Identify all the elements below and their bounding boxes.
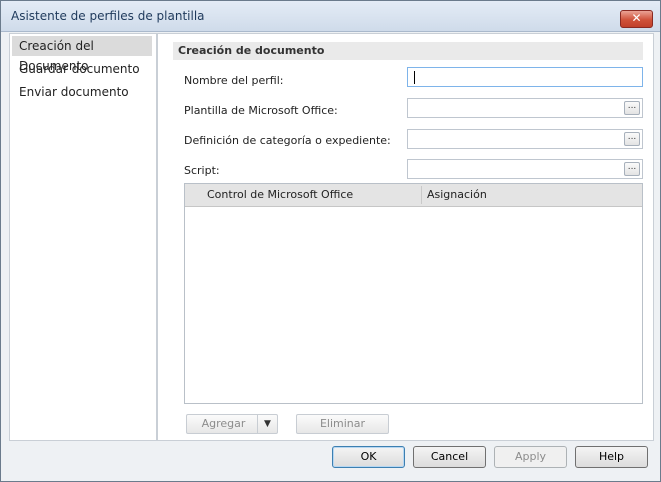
- table-header: Control de Microsoft Office Asignación: [185, 184, 642, 207]
- main-panel: Creación de documento Nombre del perfil:…: [157, 33, 654, 441]
- section-title: Creación de documento: [173, 42, 643, 60]
- close-icon: ✕: [631, 11, 642, 25]
- profile-name-input[interactable]: [407, 67, 643, 87]
- cancel-button[interactable]: Cancel: [413, 446, 486, 468]
- script-label: Script:: [184, 164, 220, 177]
- script-input[interactable]: ...: [407, 159, 643, 179]
- office-template-label: Plantilla de Microsoft Office:: [184, 104, 338, 117]
- add-button-label: Agregar: [201, 417, 246, 430]
- profile-name-label: Nombre del perfil:: [184, 74, 284, 87]
- remove-button[interactable]: Eliminar: [296, 414, 389, 434]
- apply-button[interactable]: Apply: [494, 446, 567, 468]
- wizard-dialog: Asistente de perfiles de plantilla ✕ Cre…: [0, 0, 661, 482]
- sidebar-item-guardar[interactable]: Guardar documento: [12, 59, 152, 79]
- window-title: Asistente de perfiles de plantilla: [11, 9, 205, 23]
- column-office-control[interactable]: Control de Microsoft Office: [207, 188, 353, 201]
- sidebar-item-enviar[interactable]: Enviar documento: [12, 82, 152, 102]
- office-template-input[interactable]: ...: [407, 98, 643, 118]
- category-definition-label: Definición de categoría o expediente:: [184, 134, 391, 147]
- title-bar[interactable]: Asistente de perfiles de plantilla ✕: [1, 1, 660, 32]
- close-button[interactable]: ✕: [620, 10, 653, 28]
- office-template-browse-button[interactable]: ...: [624, 101, 640, 115]
- category-definition-browse-button[interactable]: ...: [624, 132, 640, 146]
- script-browse-button[interactable]: ...: [624, 162, 640, 176]
- column-assignment[interactable]: Asignación: [427, 188, 487, 201]
- column-separator: [421, 186, 422, 204]
- sidebar-item-label: Guardar documento: [19, 62, 140, 76]
- sidebar-item-creacion[interactable]: Creación del Documento: [12, 36, 152, 73]
- help-button[interactable]: Help: [575, 446, 648, 468]
- add-button[interactable]: Agregar ▼: [186, 414, 278, 434]
- text-caret: [414, 71, 415, 84]
- category-definition-input[interactable]: ...: [407, 129, 643, 149]
- ok-button[interactable]: OK: [332, 446, 405, 468]
- chevron-down-icon[interactable]: ▼: [257, 415, 277, 433]
- sidebar-item-label: Enviar documento: [19, 85, 129, 99]
- mapping-table[interactable]: Control de Microsoft Office Asignación: [184, 183, 643, 404]
- sidebar: Creación del Documento Guardar documento…: [9, 33, 157, 441]
